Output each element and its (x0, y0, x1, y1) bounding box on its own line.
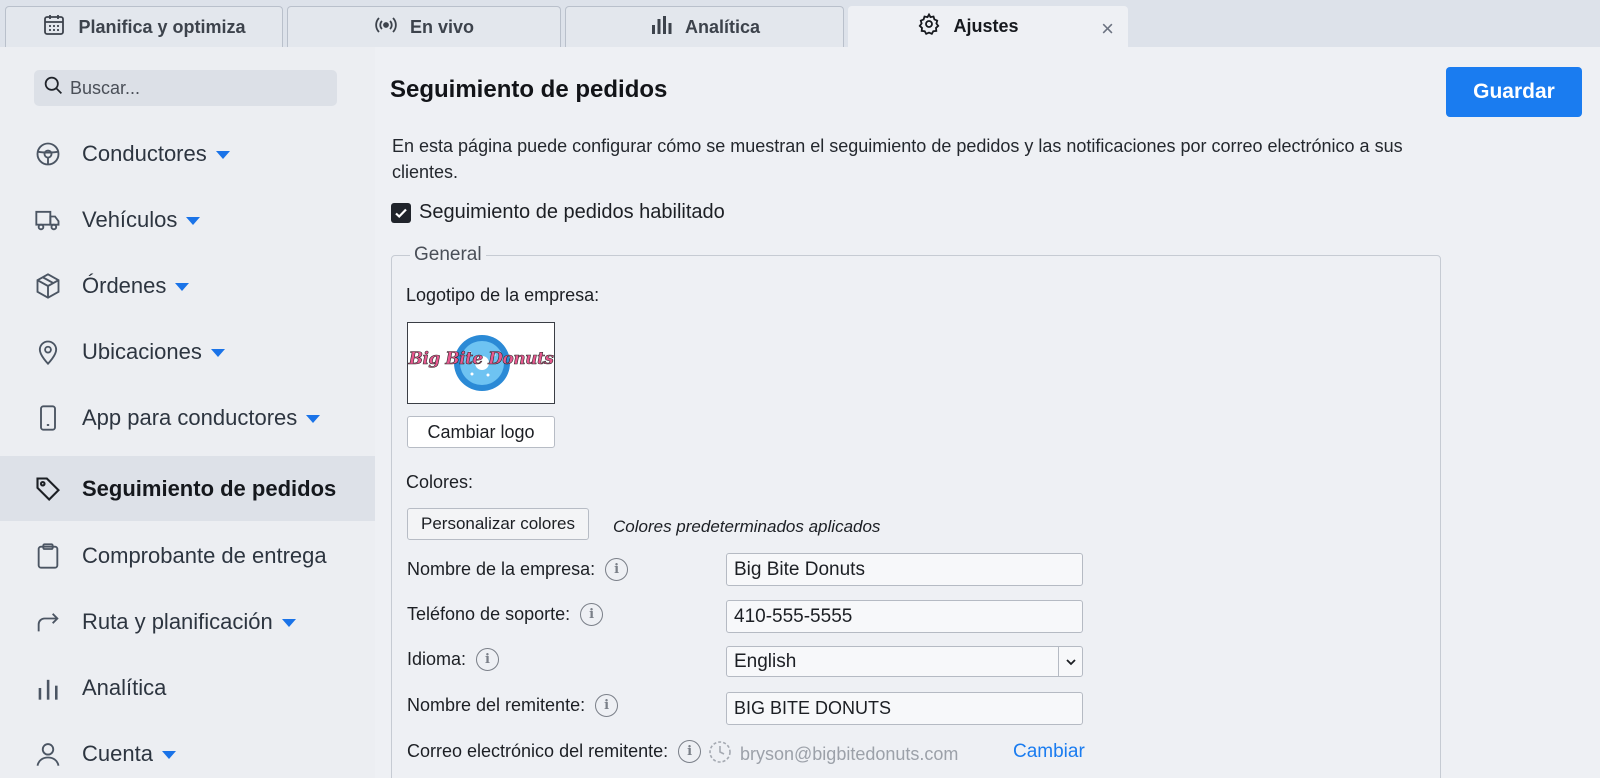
sidebar-item-ordenes[interactable]: Órdenes (0, 253, 375, 318)
colors-label-text: Colores: (406, 472, 474, 492)
caret-down-icon (281, 618, 296, 627)
route-arrow-icon (34, 608, 62, 636)
sidebar-item-seguimiento[interactable]: Seguimiento de pedidos (0, 456, 375, 521)
tab-en-vivo[interactable]: En vivo (287, 6, 561, 47)
support-phone-input[interactable] (726, 600, 1083, 633)
info-icon[interactable]: i (605, 558, 629, 581)
page-title: Seguimiento de pedidos (390, 76, 668, 103)
caret-down-icon (306, 414, 321, 423)
company-name-label-text: Nombre de la empresa: (407, 559, 596, 579)
company-name-label: Nombre de la empresa: i (407, 558, 629, 581)
sender-name-input[interactable] (726, 692, 1083, 725)
calendar-icon (42, 13, 66, 42)
bar-chart-icon (34, 674, 62, 702)
search-box[interactable] (34, 70, 337, 106)
company-logo: Big Bite Donuts (407, 322, 555, 404)
sidebar-item-label: Vehículos (82, 206, 178, 232)
colors-note: Colores predeterminados aplicados (613, 517, 881, 536)
caret-down-icon (175, 282, 190, 291)
customize-colors-button[interactable]: Personalizar colores (407, 508, 589, 540)
sidebar-item-label: Seguimiento de pedidos (82, 475, 337, 501)
language-select[interactable]: English (726, 646, 1083, 677)
search-input[interactable] (70, 77, 320, 99)
sidebar-item-app-conductores[interactable]: App para conductores (0, 385, 375, 450)
truck-icon (34, 206, 62, 234)
support-phone-label-text: Teléfono de soporte: (407, 604, 571, 624)
clipboard-icon (34, 542, 62, 570)
language-label: Idioma: i (407, 648, 500, 671)
sidebar-item-label: Comprobante de entrega (82, 542, 327, 568)
sender-email: bryson@bigbitedonuts.com (708, 740, 958, 769)
sender-email-value: bryson@bigbitedonuts.com (740, 744, 959, 764)
tag-icon (34, 475, 62, 503)
tab-ajustes[interactable]: Ajustes × (848, 6, 1128, 47)
save-button[interactable]: Guardar (1446, 67, 1582, 117)
sidebar-item-label: Ruta y planificación (82, 608, 273, 634)
sidebar-item-vehiculos[interactable]: Vehículos (0, 187, 375, 252)
chevron-down-icon[interactable] (1058, 647, 1082, 676)
user-icon (34, 740, 62, 768)
sender-email-label: Correo electrónico del remitente: i (407, 740, 702, 763)
tab-label: Analítica (684, 16, 761, 37)
page-description: En esta página puede configurar cómo se … (392, 136, 1403, 182)
tab-label: Planifica y optimiza (78, 16, 246, 37)
gear-icon (917, 12, 941, 41)
sidebar-item-label: App para conductores (82, 404, 298, 430)
tab-bar: Planifica y optimiza En vivo Analítica A… (0, 0, 1600, 47)
sidebar-item-label: Analítica (82, 674, 167, 700)
box-icon (34, 272, 62, 300)
sender-email-label-text: Correo electrónico del remitente: (407, 741, 669, 761)
sidebar-item-conductores[interactable]: Conductores (0, 121, 375, 186)
logo-text: Big Bite Donuts (408, 349, 554, 370)
wheel-icon (34, 140, 62, 168)
info-icon[interactable]: i (580, 603, 604, 626)
pending-clock-icon (708, 740, 732, 769)
language-label-text: Idioma: (407, 649, 467, 669)
sidebar-item-analitica[interactable]: Analítica (0, 655, 375, 720)
broadcast-icon (374, 13, 398, 42)
tracking-enabled-label: Seguimiento de pedidos habilitado (419, 201, 725, 223)
sidebar-item-label: Conductores (82, 140, 207, 166)
sidebar-item-cuenta[interactable]: Cuenta (0, 721, 375, 778)
info-icon[interactable]: i (476, 648, 500, 671)
close-icon[interactable]: × (1101, 16, 1114, 42)
caret-down-icon (210, 348, 225, 357)
change-logo-button[interactable]: Cambiar logo (407, 416, 555, 448)
company-name-input[interactable] (726, 553, 1083, 586)
sender-name-label-text: Nombre del remitente: (407, 695, 586, 715)
info-icon[interactable]: i (595, 694, 619, 717)
phone-icon (34, 404, 62, 432)
tab-label: Ajustes (953, 16, 1019, 36)
caret-down-icon (186, 216, 201, 225)
caret-down-icon (215, 150, 230, 159)
map-pin-icon (34, 338, 62, 366)
logo-label: Logotipo de la empresa: (406, 285, 599, 306)
tab-analitica[interactable]: Analítica (565, 6, 844, 47)
tab-label: En vivo (409, 16, 475, 37)
support-phone-label: Teléfono de soporte: i (407, 603, 604, 626)
colors-label: Colores: (406, 472, 473, 493)
general-legend: General (410, 244, 486, 266)
sidebar-item-label: Cuenta (82, 740, 153, 766)
sidebar-item-ubicaciones[interactable]: Ubicaciones (0, 319, 375, 384)
caret-down-icon (161, 750, 176, 759)
bar-chart-icon (649, 13, 673, 42)
sidebar-item-label: Ubicaciones (82, 338, 202, 364)
sidebar: Conductores Vehículos Órdenes Ubicacione… (0, 47, 375, 778)
language-value: English (734, 650, 797, 672)
search-icon (43, 75, 64, 101)
sidebar-item-ruta[interactable]: Ruta y planificación (0, 589, 375, 654)
change-email-link[interactable]: Cambiar (1013, 741, 1085, 763)
sidebar-item-comprobante[interactable]: Comprobante de entrega (0, 523, 375, 588)
logo-label-text: Logotipo de la empresa: (406, 285, 600, 305)
sidebar-item-label: Órdenes (82, 272, 167, 298)
sender-name-label: Nombre del remitente: i (407, 694, 619, 717)
info-icon[interactable]: i (678, 740, 702, 763)
tracking-enabled-checkbox[interactable] (391, 202, 411, 223)
tracking-enabled-row[interactable]: Seguimiento de pedidos habilitado (391, 201, 725, 224)
tab-planifica[interactable]: Planifica y optimiza (5, 6, 283, 47)
